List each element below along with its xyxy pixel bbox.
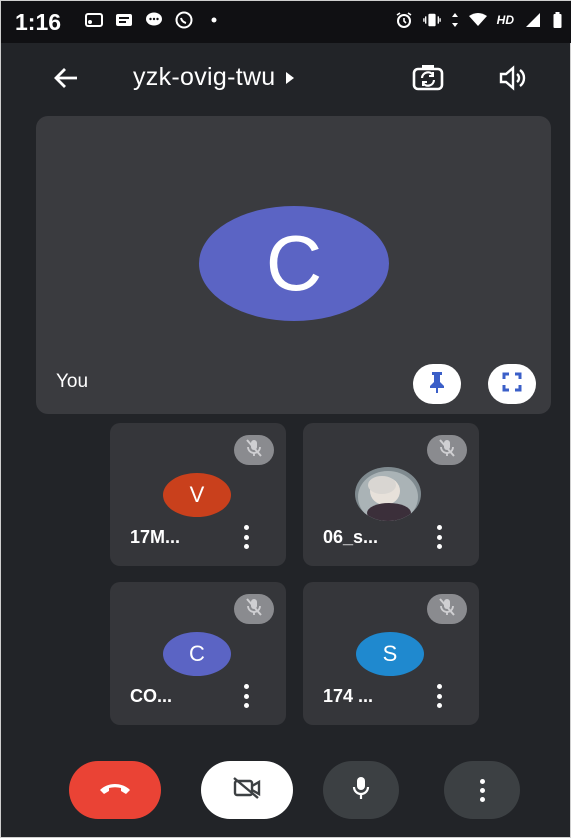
self-name-label: You xyxy=(56,371,89,392)
pin-icon xyxy=(426,370,448,399)
meet-call-screen: 1:16 HD yzk-ovig-twu C You V 17M... 06_s… xyxy=(0,0,571,838)
end-call-icon xyxy=(98,780,132,801)
mic-muted-badge xyxy=(427,594,467,624)
pin-button[interactable] xyxy=(413,364,461,404)
participant-name: 06_s... xyxy=(323,527,379,547)
whatsapp-icon xyxy=(175,11,193,29)
wifi-icon xyxy=(468,12,487,28)
fullscreen-button[interactable] xyxy=(488,364,536,404)
cast-icon xyxy=(85,12,103,28)
mic-off-icon xyxy=(437,438,457,463)
camera-off-icon xyxy=(232,776,262,805)
more-options-icon xyxy=(479,778,485,802)
participant-tile[interactable]: C CO... xyxy=(110,582,286,725)
participant-name: 17M... xyxy=(130,527,181,547)
call-header: yzk-ovig-twu xyxy=(1,43,571,111)
data-arrows-icon xyxy=(451,12,459,28)
status-bar: 1:16 HD xyxy=(1,1,571,43)
participant-name: 174 ... xyxy=(323,686,374,706)
dot-icon xyxy=(205,12,223,28)
vibrate-icon xyxy=(422,12,441,28)
participant-avatar: S xyxy=(356,632,424,676)
participant-more-icon[interactable] xyxy=(240,525,252,549)
mic-muted-badge xyxy=(234,594,274,624)
participant-name: CO... xyxy=(130,686,173,706)
chat-bubble-icon xyxy=(145,12,163,28)
hd-label: HD xyxy=(496,13,514,27)
microphone-icon xyxy=(351,775,371,806)
participant-more-icon[interactable] xyxy=(433,684,445,708)
message-icon xyxy=(115,12,133,28)
mic-muted-badge xyxy=(427,435,467,465)
microphone-toggle-button[interactable] xyxy=(323,761,399,819)
speaker-icon[interactable] xyxy=(494,59,532,97)
mic-off-icon xyxy=(244,597,264,622)
mic-muted-badge xyxy=(234,435,274,465)
participant-tile[interactable]: V 17M... xyxy=(110,423,286,566)
participant-avatar: V xyxy=(163,473,231,517)
more-options-button[interactable] xyxy=(444,761,520,819)
chevron-right-icon xyxy=(285,71,294,84)
camera-toggle-button[interactable] xyxy=(201,761,293,819)
signal-icon xyxy=(524,12,542,28)
meeting-title-button[interactable]: yzk-ovig-twu xyxy=(133,63,294,92)
system-icons: HD xyxy=(395,12,562,28)
participant-tile[interactable]: S 174 ... xyxy=(303,582,479,725)
fullscreen-icon xyxy=(501,371,523,398)
alarm-icon xyxy=(395,12,413,28)
battery-icon xyxy=(552,12,562,28)
mic-off-icon xyxy=(244,438,264,463)
back-arrow-icon[interactable] xyxy=(49,61,83,95)
participant-avatar: C xyxy=(163,632,231,676)
status-time: 1:16 xyxy=(15,9,62,35)
meeting-code: yzk-ovig-twu xyxy=(133,63,276,91)
end-call-button[interactable] xyxy=(69,761,161,819)
participant-tile[interactable]: 06_s... xyxy=(303,423,479,566)
participant-more-icon[interactable] xyxy=(433,525,445,549)
participant-photo-avatar xyxy=(355,467,421,521)
notification-icons xyxy=(85,11,223,29)
switch-camera-icon[interactable] xyxy=(409,59,447,97)
mic-off-icon xyxy=(437,597,457,622)
self-avatar: C xyxy=(199,206,389,321)
participant-more-icon[interactable] xyxy=(240,684,252,708)
self-video-tile[interactable]: C You xyxy=(36,116,551,414)
